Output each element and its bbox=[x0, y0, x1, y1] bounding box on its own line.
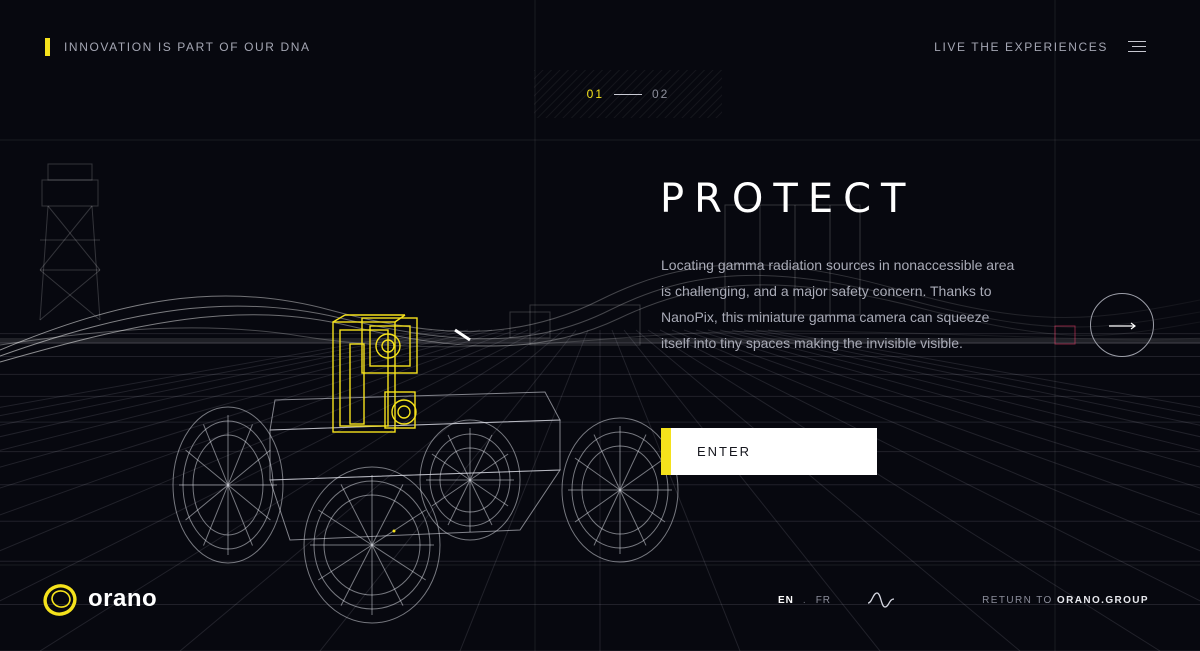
rover-wheels bbox=[172, 406, 679, 624]
gamma-camera-wireframe bbox=[332, 314, 418, 433]
page-title: PROTECT bbox=[660, 176, 916, 222]
wheel-spoke bbox=[203, 484, 229, 546]
wheel-spoke bbox=[227, 484, 253, 546]
wheel-spoke bbox=[227, 484, 271, 521]
pager-item-current[interactable]: 01 bbox=[587, 87, 604, 101]
wheel-spoke bbox=[431, 453, 471, 481]
wheel-spoke bbox=[619, 434, 647, 491]
wheel-spoke bbox=[371, 544, 404, 606]
sound-wave-icon[interactable] bbox=[867, 589, 895, 611]
orano-logo[interactable]: orano bbox=[41, 581, 157, 617]
wheel-spoke bbox=[340, 544, 373, 606]
lang-en[interactable]: EN bbox=[778, 595, 794, 606]
wheel-spoke bbox=[227, 449, 271, 486]
wheel-spoke bbox=[469, 453, 509, 481]
tagline-accent-bar bbox=[45, 38, 50, 56]
wheel-spoke bbox=[619, 489, 647, 546]
floor-grid-line bbox=[319, 329, 577, 651]
top-right-nav: LIVE THE EXPERIENCES bbox=[934, 38, 1146, 56]
wheel-spoke bbox=[185, 484, 229, 521]
wheel-spoke bbox=[203, 424, 229, 486]
enter-button-label: ENTER bbox=[697, 444, 752, 459]
enter-button[interactable]: ENTER bbox=[661, 428, 877, 475]
hamburger-menu-icon[interactable] bbox=[1128, 40, 1146, 54]
tagline-text: INNOVATION IS PART OF OUR DNA bbox=[64, 40, 311, 54]
enter-button-accent bbox=[661, 428, 671, 475]
return-to-group-link[interactable]: RETURN TO ORANO.GROUP bbox=[982, 595, 1149, 606]
lang-separator: . bbox=[802, 595, 807, 606]
hero-description: Locating gamma radiation sources in nona… bbox=[661, 257, 1015, 351]
wheel-spoke bbox=[469, 434, 493, 481]
wheel-spoke bbox=[593, 489, 621, 546]
slide-pager: 01 02 bbox=[534, 70, 722, 118]
language-switcher: EN . FR bbox=[778, 595, 831, 606]
tagline: INNOVATION IS PART OF OUR DNA bbox=[45, 38, 311, 56]
arrow-right-icon bbox=[1109, 322, 1136, 330]
next-slide-button[interactable] bbox=[1090, 293, 1154, 357]
orano-ring-icon bbox=[43, 584, 77, 616]
brand-name: orano bbox=[88, 585, 158, 612]
wheel-spoke bbox=[469, 479, 509, 507]
live-experiences-link[interactable]: LIVE THE EXPERIENCES bbox=[934, 40, 1108, 54]
wheel-spoke bbox=[185, 449, 229, 486]
wheel-spoke bbox=[431, 479, 471, 507]
lang-fr[interactable]: FR bbox=[816, 595, 831, 606]
wheel-spoke bbox=[340, 484, 373, 546]
wheel-spoke bbox=[469, 479, 493, 526]
pager-divider bbox=[614, 93, 642, 95]
pager-item-next[interactable]: 02 bbox=[652, 87, 669, 101]
return-target: ORANO.GROUP bbox=[1056, 595, 1149, 606]
return-prefix: RETURN TO bbox=[982, 595, 1053, 606]
wheel-spoke bbox=[593, 434, 621, 491]
